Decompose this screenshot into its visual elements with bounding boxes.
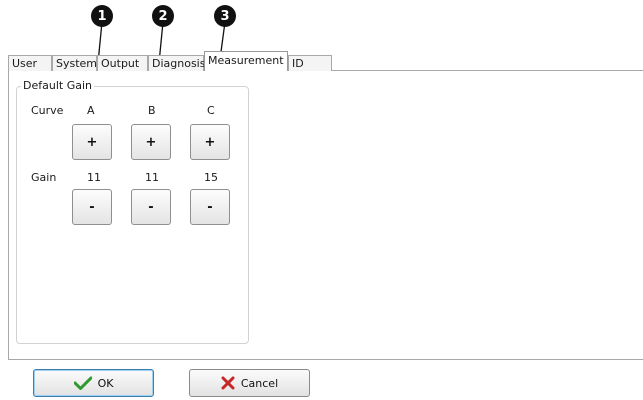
curve-b-value: B bbox=[148, 104, 156, 117]
callout-2: 2 bbox=[152, 5, 174, 27]
gain-a-value: 11 bbox=[87, 171, 101, 184]
gain-c-value: 15 bbox=[204, 171, 218, 184]
ok-button-label: OK bbox=[97, 376, 114, 390]
curve-label: Curve bbox=[31, 104, 64, 117]
curve-c-value: C bbox=[207, 104, 215, 117]
x-icon bbox=[221, 376, 235, 390]
tab-user[interactable]: User bbox=[8, 55, 52, 71]
gain-b-decrease-button[interactable]: - bbox=[131, 189, 171, 225]
tab-system[interactable]: System bbox=[52, 55, 97, 71]
tab-measurement[interactable]: Measurement bbox=[204, 51, 288, 71]
cancel-button-label: Cancel bbox=[240, 376, 279, 390]
curve-b-increase-button[interactable]: + bbox=[131, 124, 171, 160]
gain-label: Gain bbox=[31, 171, 57, 184]
tab-diagnosis[interactable]: Diagnosis bbox=[148, 55, 205, 71]
tab-output[interactable]: Output bbox=[97, 55, 148, 71]
group-title: Default Gain bbox=[21, 79, 94, 92]
callout-1: 1 bbox=[91, 5, 113, 27]
ok-button[interactable]: OK bbox=[33, 369, 154, 397]
gain-c-decrease-button[interactable]: - bbox=[190, 189, 230, 225]
curve-a-increase-button[interactable]: + bbox=[72, 124, 112, 160]
curve-c-increase-button[interactable]: + bbox=[190, 124, 230, 160]
callout-3: 3 bbox=[214, 5, 236, 27]
curve-a-value: A bbox=[87, 104, 95, 117]
cancel-button[interactable]: Cancel bbox=[189, 369, 310, 397]
gain-a-decrease-button[interactable]: - bbox=[72, 189, 112, 225]
gain-b-value: 11 bbox=[145, 171, 159, 184]
checkmark-icon bbox=[73, 376, 92, 390]
tab-id[interactable]: ID bbox=[288, 55, 332, 71]
